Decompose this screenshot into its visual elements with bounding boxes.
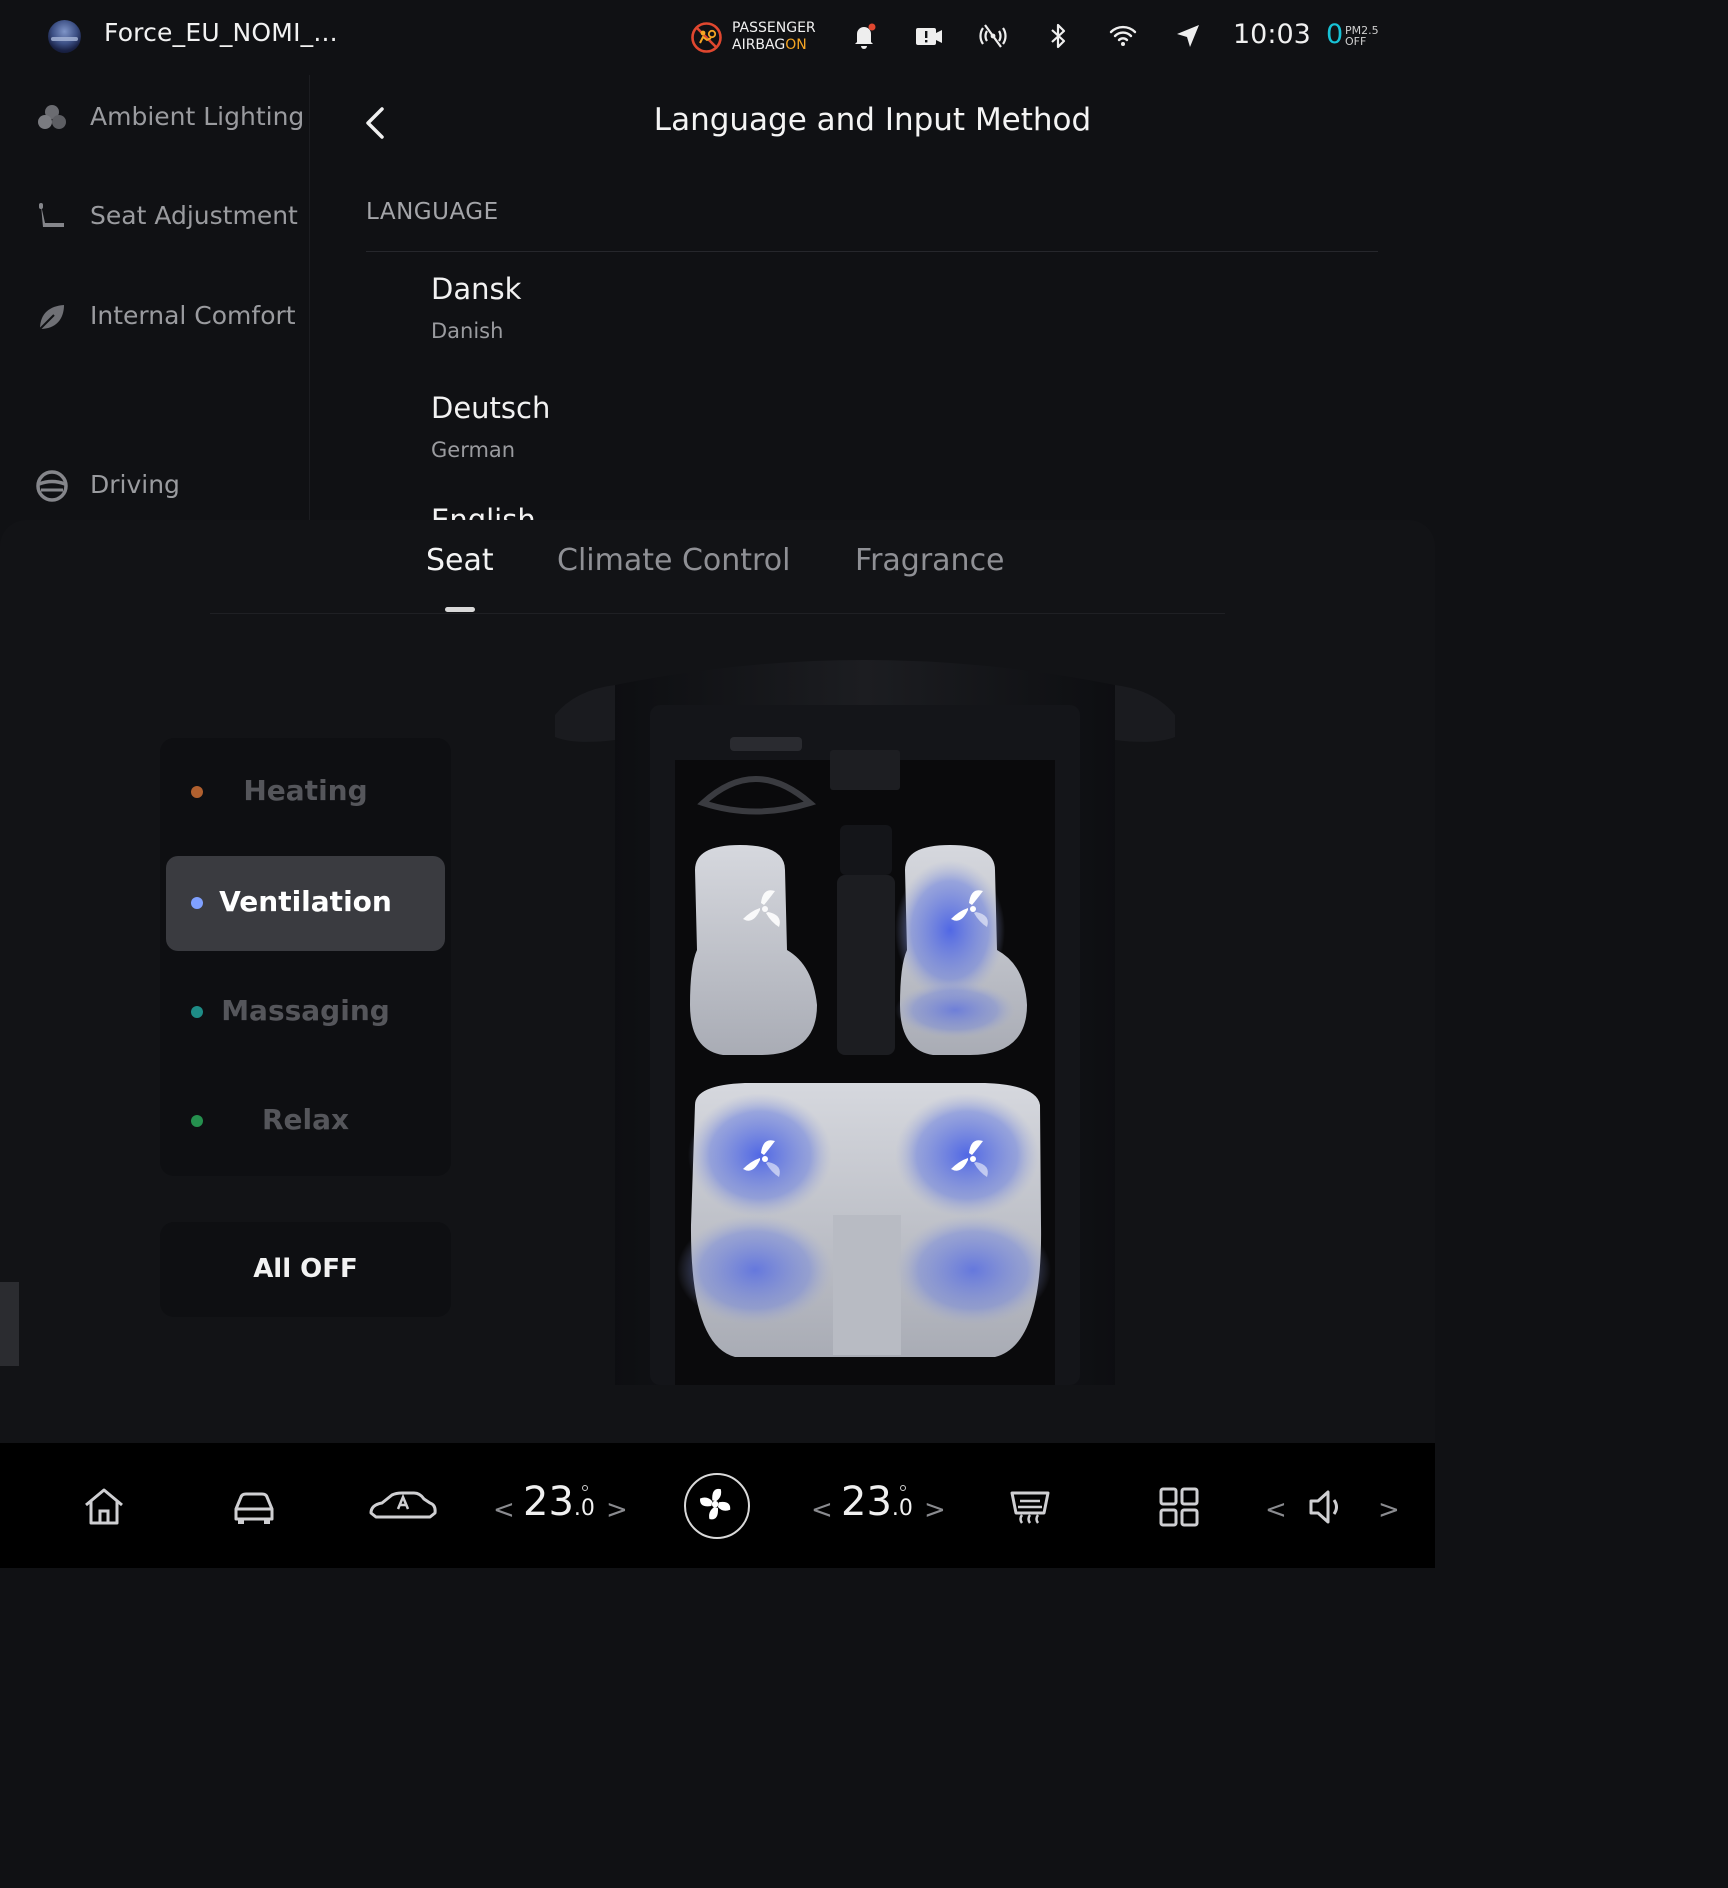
language-english-name: German bbox=[431, 438, 516, 462]
apps-grid-icon[interactable] bbox=[1155, 1483, 1203, 1531]
mode-label: Relax bbox=[261, 1103, 350, 1136]
driver-temp-decrease-button[interactable]: < bbox=[493, 1495, 515, 1525]
profile-name[interactable]: Force_EU_NOMI_... bbox=[104, 18, 338, 47]
settings-panel: Language and Input Method LANGUAGE Dansk… bbox=[310, 75, 1435, 520]
clock: 10:03 bbox=[1233, 19, 1311, 50]
sidebar-item-driving[interactable]: Driving bbox=[0, 456, 310, 516]
section-label: LANGUAGE bbox=[366, 199, 499, 225]
car-cabin-view bbox=[555, 660, 1175, 1385]
airbag-label: PASSENGER bbox=[732, 20, 816, 36]
mode-label: Heating bbox=[243, 774, 368, 807]
passenger-temperature: < 23.0 > bbox=[811, 1479, 946, 1535]
page-title: Language and Input Method bbox=[653, 102, 1092, 138]
pm25-label-bottom: OFF bbox=[1345, 35, 1367, 48]
passenger-airbag-status: PASSENGER AIRBAGON bbox=[690, 20, 830, 56]
airbag-state-prefix: AIRBAG bbox=[732, 37, 786, 53]
all-off-button[interactable]: All OFF bbox=[160, 1222, 451, 1317]
sidebar-item-label: Seat Adjustment bbox=[90, 201, 298, 230]
fan-button[interactable] bbox=[684, 1473, 750, 1539]
seat-icon bbox=[39, 203, 64, 227]
tab-divider bbox=[210, 613, 1225, 614]
language-option-deutsch[interactable]: Deutsch German bbox=[431, 391, 550, 462]
sidebar-item-label: Internal Comfort bbox=[90, 301, 296, 330]
sidebar-item-ambient-lighting[interactable]: Ambient Lighting bbox=[0, 88, 310, 148]
car-icon[interactable] bbox=[230, 1483, 278, 1531]
language-option-dansk[interactable]: Dansk Danish bbox=[431, 272, 521, 343]
dashcam-icon[interactable] bbox=[913, 20, 945, 52]
bottom-dock: < 23.0 > < 23.0 > < > bbox=[0, 1443, 1435, 1568]
tab-fragrance[interactable]: Fragrance bbox=[855, 543, 1005, 578]
language-english-name: Danish bbox=[431, 319, 504, 343]
airbag-state: AIRBAGON bbox=[732, 37, 807, 53]
passenger-temp-increase-button[interactable]: > bbox=[924, 1495, 946, 1525]
driver-temperature: < 23.0 > bbox=[493, 1479, 628, 1535]
mode-label: Massaging bbox=[221, 994, 390, 1027]
pm25-label: PM2.5 OFF bbox=[1345, 25, 1379, 47]
passenger-temp-whole: 23 bbox=[841, 1479, 892, 1525]
volume-control: < > bbox=[1265, 1479, 1400, 1535]
wifi-icon[interactable] bbox=[1107, 20, 1139, 52]
degree-symbol bbox=[900, 1485, 906, 1491]
degree-symbol bbox=[582, 1485, 588, 1491]
seat-control-sheet: Seat Climate Control Fragrance Heating V… bbox=[0, 520, 1435, 1443]
sidebar-item-label: Driving bbox=[90, 470, 180, 499]
rear-defrost-icon[interactable] bbox=[1006, 1483, 1054, 1531]
sidebar-item-seat-adjustment[interactable]: Seat Adjustment bbox=[0, 187, 310, 247]
airbag-off-icon bbox=[691, 22, 722, 53]
volume-increase-button[interactable]: > bbox=[1378, 1495, 1400, 1525]
navigation-arrow-icon[interactable] bbox=[1172, 20, 1204, 52]
volume-decrease-button[interactable]: < bbox=[1265, 1495, 1287, 1525]
notification-bell-icon[interactable] bbox=[848, 20, 880, 52]
ambient-lighting-icon bbox=[38, 105, 66, 129]
mode-label: Ventilation bbox=[219, 885, 392, 918]
driver-temp-decimal: .0 bbox=[573, 1496, 595, 1521]
section-divider bbox=[366, 251, 1378, 252]
mode-massaging[interactable]: Massaging bbox=[166, 965, 445, 1060]
pm25-value[interactable]: 0 bbox=[1326, 19, 1343, 50]
active-tab-indicator bbox=[445, 607, 475, 612]
mode-heating[interactable]: Heating bbox=[166, 745, 445, 840]
cellular-off-icon bbox=[979, 24, 1007, 48]
auto-drive-icon[interactable] bbox=[368, 1483, 438, 1531]
settings-sidebar: Ambient Lighting Seat Adjustment Interna… bbox=[0, 75, 310, 520]
driver-temp-increase-button[interactable]: > bbox=[606, 1495, 628, 1525]
edge-drag-handle[interactable] bbox=[0, 1282, 19, 1366]
steering-wheel-icon bbox=[36, 470, 68, 502]
profile-avatar[interactable] bbox=[48, 20, 81, 53]
status-bar: Force_EU_NOMI_... PASSENGER AIRBAGON 10:… bbox=[0, 0, 1435, 75]
passenger-temp-decimal: .0 bbox=[891, 1496, 913, 1521]
tab-climate-control[interactable]: Climate Control bbox=[557, 543, 790, 578]
sidebar-item-label: Ambient Lighting bbox=[90, 102, 305, 131]
language-native-name: Dansk bbox=[431, 272, 522, 306]
sidebar-item-internal-comfort[interactable]: Internal Comfort bbox=[0, 287, 310, 347]
mode-relax[interactable]: Relax bbox=[166, 1074, 445, 1169]
tab-seat[interactable]: Seat bbox=[426, 543, 494, 578]
volume-icon[interactable] bbox=[1305, 1485, 1349, 1529]
fan-icon bbox=[700, 1488, 731, 1520]
airbag-state-value: ON bbox=[785, 37, 807, 53]
language-native-name: Deutsch bbox=[431, 391, 551, 425]
driver-temp-whole: 23 bbox=[523, 1479, 574, 1525]
language-option-partial[interactable]: English bbox=[431, 505, 536, 520]
seat-mode-list: Heating Ventilation Massaging Relax bbox=[160, 738, 451, 1176]
bluetooth-icon[interactable] bbox=[1042, 20, 1074, 52]
passenger-temp-decrease-button[interactable]: < bbox=[811, 1495, 833, 1525]
mode-ventilation[interactable]: Ventilation bbox=[166, 856, 445, 951]
leaf-icon bbox=[39, 305, 64, 330]
home-icon[interactable] bbox=[80, 1483, 128, 1531]
